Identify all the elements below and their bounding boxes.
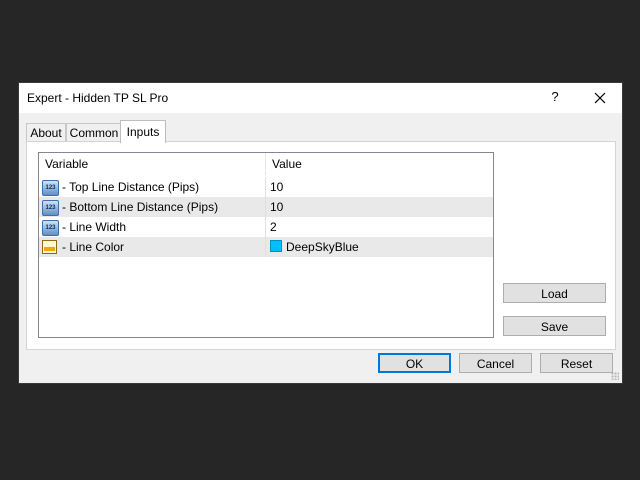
tab-common[interactable]: Common — [66, 123, 122, 143]
number-123-icon: 123 — [42, 220, 59, 236]
variable-cell: 123 - Bottom Line Distance (Pips) — [39, 197, 265, 217]
close-button[interactable] — [591, 89, 609, 107]
column-header-value[interactable]: Value — [266, 153, 492, 175]
table-row[interactable]: 123 - Top Line Distance (Pips) 10 — [39, 177, 493, 197]
variable-cell: - Line Color — [39, 237, 265, 257]
variable-cell: 123 - Top Line Distance (Pips) — [39, 177, 265, 197]
tab-inputs[interactable]: Inputs — [120, 120, 166, 143]
save-button[interactable]: Save — [503, 316, 606, 336]
value-cell[interactable]: 2 — [265, 217, 493, 237]
color-palette-icon — [42, 240, 57, 254]
color-swatch — [270, 240, 282, 252]
variable-name: - Line Color — [62, 240, 125, 254]
inputs-panel: Variable Value 123 - Top Line Distance (… — [26, 141, 616, 350]
table-header: Variable Value — [39, 153, 493, 175]
column-header-variable[interactable]: Variable — [39, 153, 265, 175]
help-button[interactable]: ? — [547, 89, 563, 105]
number-123-icon: 123 — [42, 200, 59, 216]
table-row[interactable]: 123 - Line Width 2 — [39, 217, 493, 237]
load-button[interactable]: Load — [503, 283, 606, 303]
window-title: Expert - Hidden TP SL Pro — [27, 91, 169, 105]
variable-cell: 123 - Line Width — [39, 217, 265, 237]
expert-properties-dialog: Expert - Hidden TP SL Pro ? About Common… — [19, 83, 622, 383]
inputs-table: Variable Value 123 - Top Line Distance (… — [38, 152, 494, 338]
number-123-icon: 123 — [42, 180, 59, 196]
cancel-button[interactable]: Cancel — [459, 353, 532, 373]
table-row[interactable]: 123 - Bottom Line Distance (Pips) 10 — [39, 197, 493, 217]
color-name: DeepSkyBlue — [286, 240, 359, 254]
reset-button[interactable]: Reset — [540, 353, 613, 373]
variable-name: - Bottom Line Distance (Pips) — [62, 200, 219, 214]
tab-about[interactable]: About — [26, 123, 66, 143]
value-cell[interactable]: 10 — [265, 197, 493, 217]
title-bar[interactable]: Expert - Hidden TP SL Pro ? — [19, 83, 622, 113]
table-row[interactable]: - Line Color DeepSkyBlue — [39, 237, 493, 257]
resize-grip[interactable] — [611, 372, 619, 380]
ok-button[interactable]: OK — [378, 353, 451, 373]
close-icon — [594, 92, 606, 104]
value-cell[interactable]: 10 — [265, 177, 493, 197]
variable-name: - Top Line Distance (Pips) — [62, 180, 200, 194]
variable-name: - Line Width — [62, 220, 127, 234]
value-cell[interactable]: DeepSkyBlue — [265, 237, 493, 257]
